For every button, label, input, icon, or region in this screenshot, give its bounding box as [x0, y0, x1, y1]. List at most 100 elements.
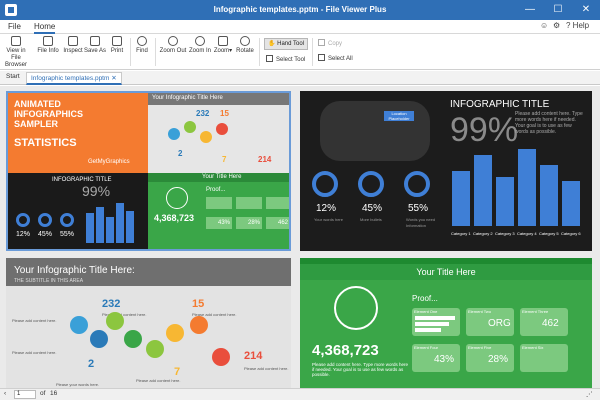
select-tool-button[interactable]: Select Tool [266, 55, 305, 64]
resize-grip-icon[interactable]: ⋰ [586, 390, 593, 398]
slide3-ph4: Please add content here. [12, 350, 57, 355]
smiley-icon[interactable]: ☺ [540, 21, 548, 30]
element-three-box: Element Three 462 [520, 308, 568, 336]
progress-bar [415, 316, 455, 320]
chart-bubble [212, 348, 230, 366]
tab-start[interactable]: Start [6, 73, 20, 80]
slide1-orange-panel: ANIMATED INFOGRAPHICS SAMPLER STATISTICS… [8, 93, 148, 173]
slide2-b4: Information [406, 223, 427, 228]
slide1-statistics: STATISTICS [14, 137, 77, 149]
chart-bar [474, 155, 492, 226]
status-bar: ‹ 1 of 16 ⋰ [0, 388, 600, 400]
slide4-body: Please add content here. Type more words… [312, 362, 408, 377]
chart-bar [86, 213, 94, 243]
inspect-label: Inspect [63, 48, 83, 54]
slide1-g462: 462 [266, 217, 289, 229]
select-all-button[interactable]: Select All [318, 54, 353, 63]
chart-bubble [166, 324, 184, 342]
slide-thumbnail-4[interactable]: Your Title Here 4,368,723 Please add con… [300, 258, 592, 388]
chart-bubble [168, 128, 180, 140]
slide4-e2: Element Two [468, 309, 492, 314]
slide1-g43: 43% [206, 217, 232, 229]
rotate-button[interactable]: Rotate [234, 36, 256, 55]
chart-bar [126, 211, 134, 243]
inspect-icon [68, 36, 78, 46]
maximize-button[interactable]: ☐ [544, 0, 572, 20]
save-as-button[interactable]: Save As [84, 36, 106, 55]
select-tool-label: Select Tool [276, 57, 306, 63]
slide1-n7: 7 [222, 155, 227, 164]
zoom-button[interactable]: Zoom▾ [212, 36, 234, 55]
slide2-c5: Category 5 [539, 231, 559, 236]
slide2-b3: Words you need [406, 217, 436, 222]
element-two-box: Element Two ORG [466, 308, 514, 336]
close-button[interactable]: ✕ [572, 0, 600, 20]
first-page-icon[interactable]: ‹ [4, 390, 6, 397]
slide1-dark-panel: INFOGRAPHIC TITLE 99% 12% 45% 55% [8, 173, 148, 249]
slide4-462: 462 [542, 318, 559, 329]
chart-bubble [106, 312, 124, 330]
help-menu[interactable]: ? Help [566, 21, 589, 30]
slide-thumbnail-2[interactable]: Location Placeholder INFOGRAPHIC TITLE 9… [300, 91, 592, 251]
slide-grid[interactable]: ANIMATED INFOGRAPHICS SAMPLER STATISTICS… [0, 86, 600, 388]
slide1-proof: Proof... [206, 187, 226, 193]
minimize-button[interactable]: — [516, 0, 544, 20]
slide1-n15: 15 [220, 109, 229, 118]
file-info-button[interactable]: File Info [36, 36, 60, 55]
slide-thumbnail-3[interactable]: Your Infographic Title Here: THE SUBTITL… [6, 258, 291, 388]
inspect-button[interactable]: Inspect [62, 36, 84, 55]
save-icon [90, 36, 100, 46]
slide2-b2: More bullets [360, 217, 382, 222]
zoom-out-label: Zoom Out [159, 48, 187, 54]
slide-thumbnail-1[interactable]: ANIMATED INFOGRAPHICS SAMPLER STATISTICS… [6, 91, 291, 251]
select-all-label: Select All [328, 56, 353, 62]
chart-bubble [184, 121, 196, 133]
chart-bar [452, 171, 470, 226]
help-label: Help [572, 21, 590, 30]
cursor-icon [266, 55, 273, 62]
slide3-ph6: Please add content here. [244, 366, 289, 371]
chart-bar [518, 149, 536, 226]
slide3-n15: 15 [192, 298, 205, 310]
title-bar: Infographic templates.pptm - File Viewer… [0, 0, 600, 20]
window-title: Infographic templates.pptm - File Viewer… [213, 5, 387, 14]
slide3-n232: 232 [102, 298, 121, 310]
slide1-title-line3: SAMPLER [14, 119, 59, 129]
page-of-label: of [40, 390, 46, 397]
zoom-out-button[interactable]: Zoom Out [159, 36, 187, 55]
chart-bar [540, 165, 558, 226]
slide1-title-line1: ANIMATED [14, 99, 61, 109]
element-box [206, 197, 232, 209]
view-in-file-browser-button[interactable]: View in File Browser [3, 36, 29, 69]
progress-bar [415, 328, 441, 332]
globe-icon [166, 187, 188, 209]
ribbon-separator [259, 38, 260, 66]
menu-file[interactable]: File [8, 22, 21, 31]
slide1-sub-title: Your Infographic Title Here [152, 95, 223, 101]
slide3-n2: 2 [88, 358, 95, 370]
copy-button[interactable]: Copy [318, 39, 342, 48]
chevron-down-icon: ▾ [229, 48, 233, 54]
slide3-n214: 214 [244, 350, 263, 362]
slide1-p3: 55% [60, 231, 75, 238]
zoom-out-icon [168, 36, 178, 46]
close-tab-icon[interactable]: ✕ [111, 75, 116, 82]
slide1-g28: 28% [236, 217, 262, 229]
gear-icon[interactable]: ⚙ [553, 21, 560, 30]
find-button[interactable]: Find [133, 36, 151, 55]
zoom-in-button[interactable]: Zoom In [187, 36, 213, 55]
print-button[interactable]: Print [107, 36, 127, 55]
element-four-box: Element Four 43% [412, 344, 460, 372]
printer-icon [112, 36, 122, 46]
chart-bubble [200, 131, 212, 143]
copy-icon [318, 39, 325, 46]
zoom-label: Zoom [213, 48, 230, 54]
chart-bubble [70, 316, 88, 334]
file-info-label: File Info [37, 48, 59, 54]
chart-bar [96, 207, 104, 243]
menu-home[interactable]: Home [34, 22, 56, 34]
page-input[interactable]: 1 [14, 390, 36, 399]
help-icon: ? [566, 21, 573, 30]
tab-document[interactable]: Infographic templates.pptm ✕ [26, 72, 122, 85]
hand-tool-button[interactable]: ✋ Hand Tool [264, 38, 308, 50]
